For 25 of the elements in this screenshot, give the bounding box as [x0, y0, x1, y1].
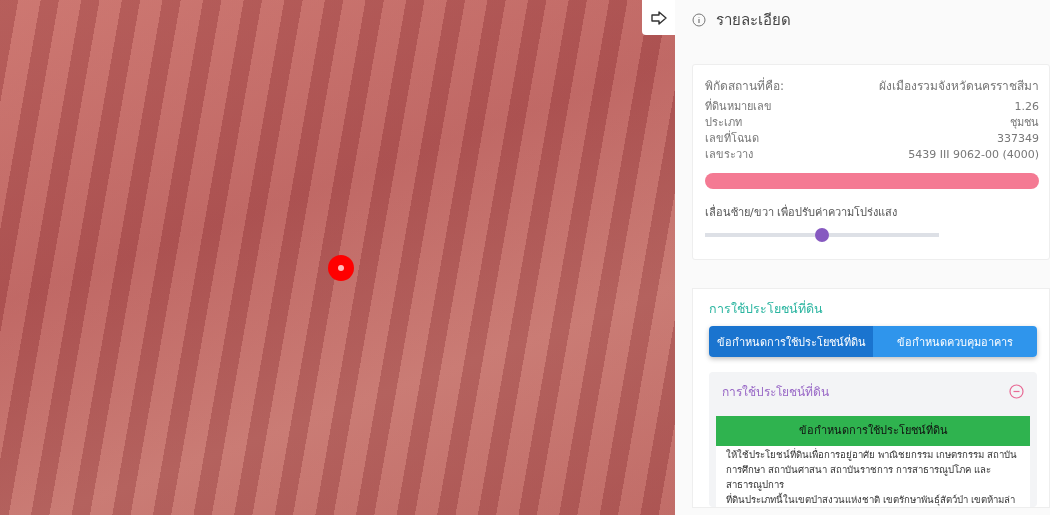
field-label: ที่ดินหมายเลข — [705, 99, 772, 115]
slider-thumb[interactable] — [815, 228, 829, 242]
collapse-icon[interactable] — [1009, 383, 1024, 399]
rule-text: ให้ใช้ประโยชน์ที่ดินเพื่อการอยู่อาศัย พาณิชยกรรม เกษตรกรรม สถาบันการศึกษา สถาบันศาสนา สถาบันราชการ การสาธารณูปโภค และสาธารณูปการ — [726, 447, 1019, 492]
rule-header: ข้อกำหนดการใช้ประโยชน์ที่ดิน — [716, 416, 1030, 446]
field-value: ชุมชน — [1010, 115, 1039, 131]
tab[interactable]: ข้อกำหนดควบคุมอาคาร — [873, 326, 1037, 357]
tab[interactable]: ข้อกำหนดการใช้ประโยชน์ที่ดิน — [709, 326, 873, 357]
map-marker-icon[interactable] — [328, 255, 354, 281]
info-icon — [692, 13, 706, 27]
opacity-hint: เลื่อนซ้าย/ขวา เพื่อปรับค่าความโปร่งแสง — [705, 203, 899, 221]
arrow-right-icon — [650, 10, 667, 25]
accordion-title: การใช้ประโยชน์ที่ดิน — [722, 382, 829, 401]
location-label: พิกัดสถานที่คือ: — [705, 77, 785, 95]
field-value: 5439 III 9062-00 (4000) — [908, 147, 1039, 163]
field-value: 337349 — [997, 131, 1039, 147]
rule-text: ที่ดินประเภทนี้ในเขตป่าสงวนแห่งชาติ เขตรักษาพันธุ์สัตว์ป่า เขตห้ามล่า — [726, 492, 1017, 507]
field-value: 1.26 — [1014, 99, 1039, 115]
field-label: เลขระวาง — [705, 147, 753, 163]
panel-title: รายละเอียด — [716, 10, 791, 31]
field-label: ประเภท — [705, 115, 742, 130]
collapse-panel-button[interactable] — [642, 0, 675, 35]
land-use-title: การใช้ประโยชน์ที่ดิน — [709, 299, 824, 318]
field-label: เลขที่โฉนด — [705, 131, 759, 147]
location-value: ผังเมืองรวมจังหวัดนครราชสีมา — [879, 78, 1039, 95]
